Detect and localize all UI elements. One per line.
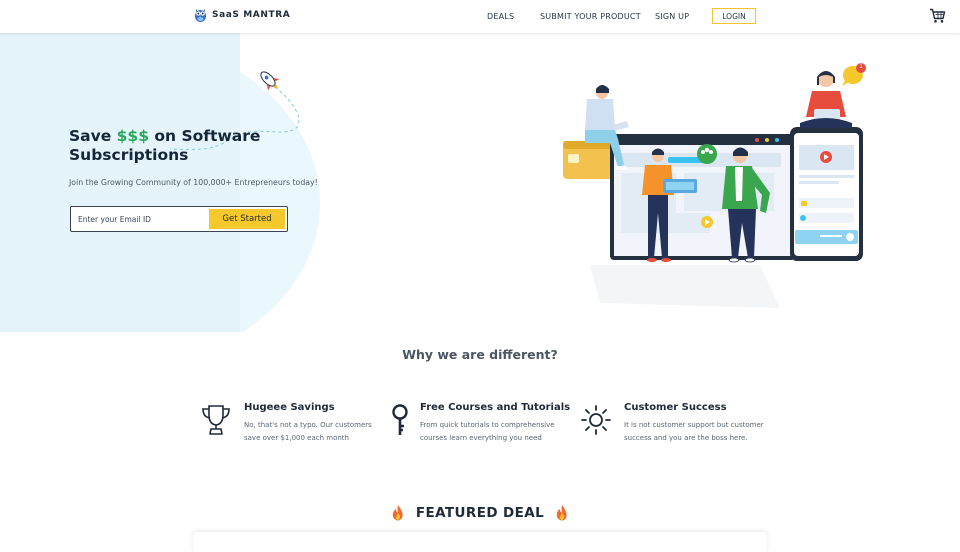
- login-button[interactable]: LOGIN: [712, 8, 756, 24]
- top-navbar: SaaS MANTRA DEALS SUBMIT YOUR PRODUCT SI…: [0, 0, 960, 33]
- nav-submit-product[interactable]: SUBMIT YOUR PRODUCT: [540, 12, 641, 21]
- brand-name: SaaS MANTRA: [212, 9, 291, 20]
- feature-title: Free Courses and Tutorials: [420, 402, 571, 413]
- feature-title: Customer Success: [624, 402, 727, 413]
- why-section-title: Why we are different?: [402, 347, 558, 362]
- featured-deal-header: FEATURED DEAL: [0, 505, 960, 525]
- featured-deal-title: FEATURED DEAL: [415, 505, 545, 521]
- notification-count-badge: 1: [859, 63, 863, 70]
- owl-mascot-icon: [195, 9, 206, 22]
- brand-logo[interactable]: SaaS MANTRA: [193, 6, 290, 23]
- hero-illustration: [563, 63, 866, 308]
- feature-title: Hugeee Savings: [244, 402, 335, 413]
- fire-icon: [392, 505, 403, 521]
- feature-description: No, that's not a typo. Our customers sav…: [244, 421, 372, 442]
- sun-icon: [581, 405, 611, 435]
- feature-description: From quick tutorials to comprehensive co…: [420, 421, 555, 442]
- featured-deal-card[interactable]: [193, 532, 767, 552]
- hero-section: Save $$$ on Software Subscriptions Join …: [0, 33, 960, 332]
- nav-sign-up[interactable]: SIGN UP: [655, 12, 689, 21]
- shopping-cart-icon[interactable]: [929, 8, 946, 24]
- nav-deals[interactable]: DEALS: [487, 12, 514, 21]
- key-icon: [392, 404, 408, 435]
- trophy-icon: [202, 405, 230, 435]
- feature-description: It is not customer support but customer …: [624, 421, 764, 442]
- fire-icon: [556, 505, 567, 521]
